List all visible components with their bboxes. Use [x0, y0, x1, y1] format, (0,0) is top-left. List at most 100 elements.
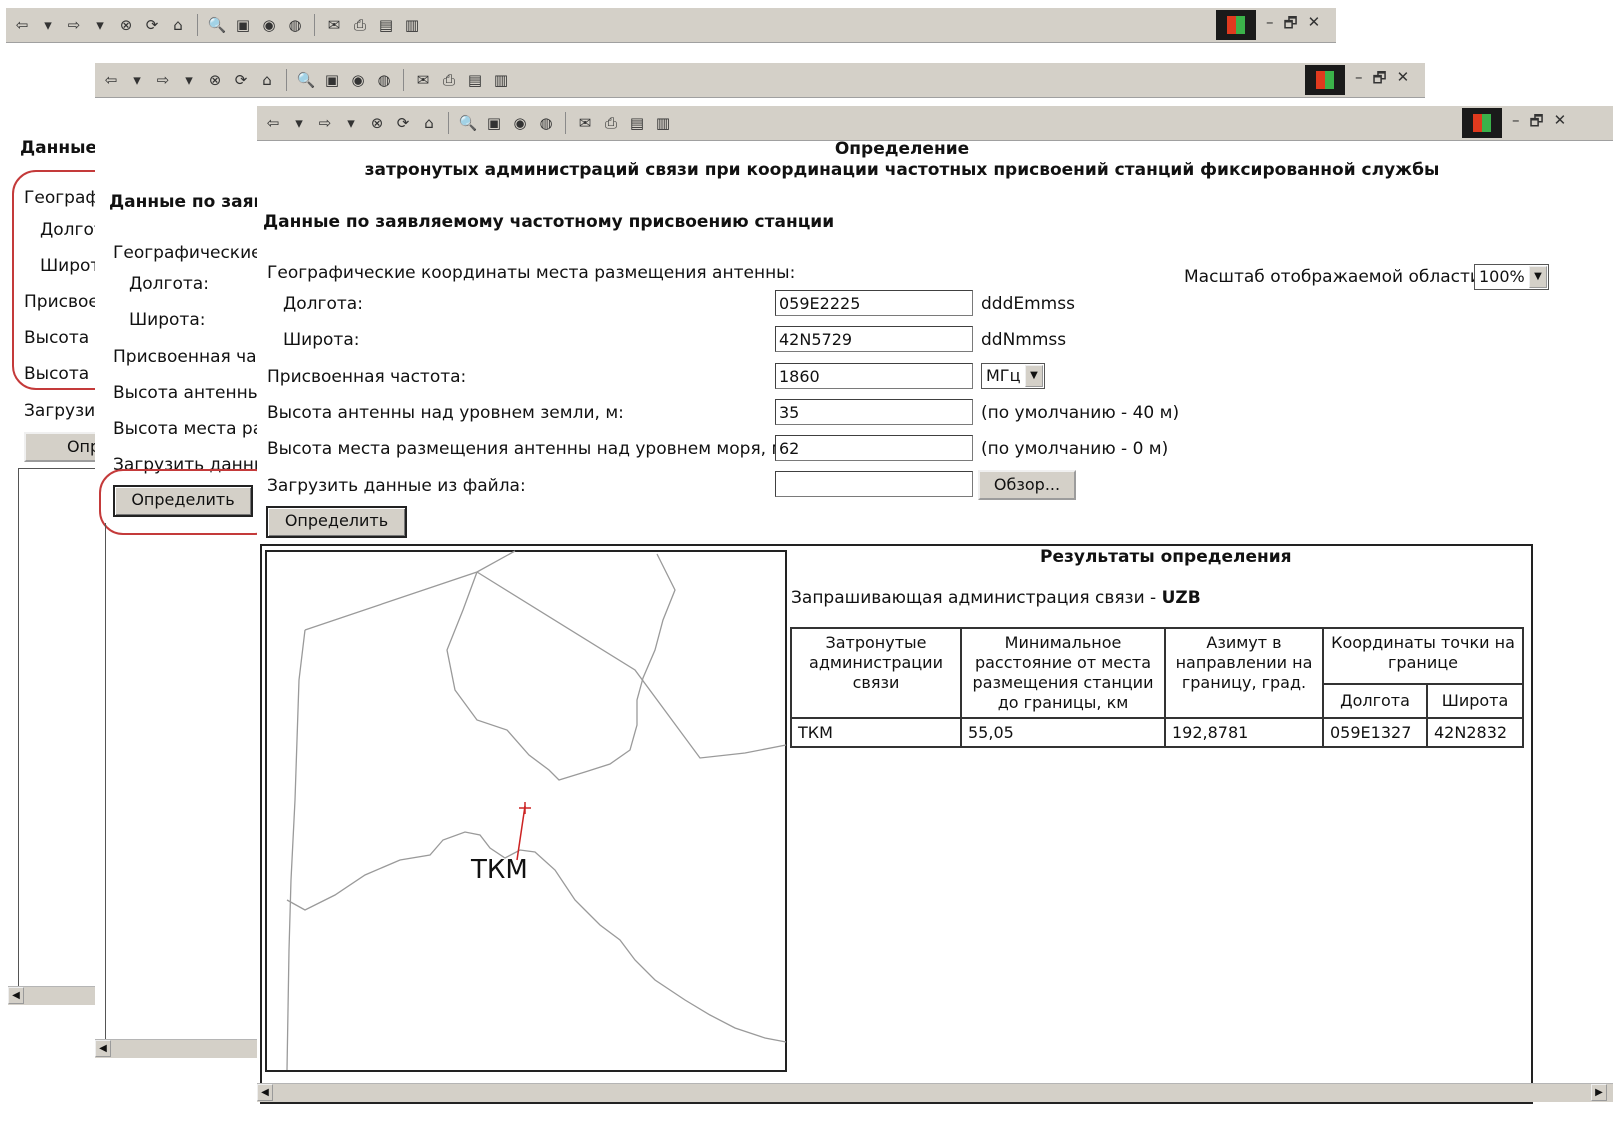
- media-icon[interactable]: ◉: [259, 15, 279, 35]
- forward-icon[interactable]: ⇨: [64, 15, 84, 35]
- map-view[interactable]: ТКМ: [265, 550, 787, 1072]
- print-icon[interactable]: ⎙: [439, 70, 459, 90]
- antenna-height-input[interactable]: 35: [775, 399, 973, 425]
- chevron-down-icon[interactable]: ▼: [1529, 266, 1547, 288]
- scroll-right-icon[interactable]: ▶: [1591, 1084, 1607, 1101]
- search-icon[interactable]: 🔍: [296, 70, 316, 90]
- requesting-admin: Запрашивающая администрация связи - UZB: [791, 588, 1201, 608]
- search-icon[interactable]: 🔍: [458, 113, 478, 133]
- minimize-icon[interactable]: –: [1355, 68, 1363, 93]
- site-height-input[interactable]: 62: [775, 435, 973, 461]
- stop-icon[interactable]: ⊗: [367, 113, 387, 133]
- dropdown-icon[interactable]: ▾: [341, 113, 361, 133]
- dropdown-icon[interactable]: ▾: [289, 113, 309, 133]
- discuss-icon[interactable]: ▥: [402, 15, 422, 35]
- close-icon[interactable]: ✕: [1554, 111, 1567, 136]
- history-icon[interactable]: ◍: [285, 15, 305, 35]
- dropdown-icon[interactable]: ▾: [179, 70, 199, 90]
- label-coordinates: Географ: [24, 188, 100, 208]
- restore-icon[interactable]: 🗗: [1284, 13, 1298, 38]
- col-header-azimuth: Азимут в направлении на границу, град.: [1164, 627, 1324, 719]
- define-button[interactable]: Определить: [113, 485, 253, 517]
- scroll-left-icon[interactable]: ◀: [257, 1084, 273, 1101]
- toolbar-icons: ⇦ ▾ ⇨ ▾ ⊗ ⟳ ⌂ 🔍 ▣ ◉ ◍ ✉ ⎙ ▤ ▥: [263, 112, 673, 134]
- back-icon[interactable]: ⇦: [12, 15, 32, 35]
- section-heading: Данные по заявляемому частотному присвое…: [263, 212, 835, 232]
- close-icon[interactable]: ✕: [1397, 68, 1410, 93]
- favorites-icon[interactable]: ▣: [322, 70, 342, 90]
- label-latitude: Широт: [40, 256, 101, 276]
- windows-logo-icon: [1462, 108, 1502, 138]
- label-antenna-height: Высота: [24, 328, 90, 348]
- media-icon[interactable]: ◉: [510, 113, 530, 133]
- label-coordinates: Географические координаты места размещен…: [267, 263, 796, 283]
- browser-toolbar: ⇦ ▾ ⇨ ▾ ⊗ ⟳ ⌂ 🔍 ▣ ◉ ◍ ✉ ⎙ ▤ ▥ – 🗗 ✕: [6, 8, 1336, 43]
- browser-toolbar: ⇦ ▾ ⇨ ▾ ⊗ ⟳ ⌂ 🔍 ▣ ◉ ◍ ✉ ⎙ ▤ ▥ – 🗗 ✕: [257, 106, 1613, 141]
- minimize-icon[interactable]: –: [1512, 111, 1520, 136]
- mail-icon[interactable]: ✉: [324, 15, 344, 35]
- define-button[interactable]: Определить: [266, 506, 407, 538]
- restore-icon[interactable]: 🗗: [1373, 68, 1387, 93]
- cell-admin: ТКМ: [790, 717, 962, 748]
- history-icon[interactable]: ◍: [374, 70, 394, 90]
- mail-icon[interactable]: ✉: [413, 70, 433, 90]
- col-header-coords: Координаты точки на границе: [1322, 626, 1524, 686]
- search-icon[interactable]: 🔍: [207, 15, 227, 35]
- scale-select[interactable]: 100% ▼: [1474, 264, 1549, 290]
- media-icon[interactable]: ◉: [348, 70, 368, 90]
- edit-icon[interactable]: ▤: [465, 70, 485, 90]
- home-icon[interactable]: ⌂: [419, 113, 439, 133]
- stop-icon[interactable]: ⊗: [205, 70, 225, 90]
- scroll-left-icon[interactable]: ◀: [8, 987, 24, 1004]
- forward-icon[interactable]: ⇨: [315, 113, 335, 133]
- toolbar-icons: ⇦ ▾ ⇨ ▾ ⊗ ⟳ ⌂ 🔍 ▣ ◉ ◍ ✉ ⎙ ▤ ▥: [101, 69, 511, 91]
- stop-icon[interactable]: ⊗: [116, 15, 136, 35]
- scroll-left-icon[interactable]: ◀: [95, 1040, 111, 1057]
- browse-button[interactable]: Обзор...: [978, 470, 1076, 500]
- edit-icon[interactable]: ▤: [376, 15, 396, 35]
- window-controls: – 🗗 ✕: [1305, 63, 1419, 97]
- forward-icon[interactable]: ⇨: [153, 70, 173, 90]
- label-longitude: Долгота:: [283, 294, 363, 314]
- refresh-icon[interactable]: ⟳: [142, 15, 162, 35]
- print-icon[interactable]: ⎙: [350, 15, 370, 35]
- frequency-unit-select[interactable]: МГц ▼: [981, 363, 1045, 389]
- label-antenna-height: Высота антенны: [113, 383, 262, 403]
- map-border: [265, 550, 787, 1072]
- longitude-input[interactable]: 059E2225: [775, 290, 973, 316]
- refresh-icon[interactable]: ⟳: [393, 113, 413, 133]
- result-frame: [105, 523, 276, 1043]
- close-icon[interactable]: ✕: [1308, 13, 1321, 38]
- mail-icon[interactable]: ✉: [575, 113, 595, 133]
- discuss-icon[interactable]: ▥: [653, 113, 673, 133]
- minimize-icon[interactable]: –: [1266, 13, 1274, 38]
- dropdown-icon[interactable]: ▾: [127, 70, 147, 90]
- chevron-down-icon[interactable]: ▼: [1025, 365, 1043, 387]
- latitude-input[interactable]: 42N5729: [775, 326, 973, 352]
- col-header-lat: Широта: [1426, 683, 1524, 719]
- dropdown-icon[interactable]: ▾: [90, 15, 110, 35]
- print-icon[interactable]: ⎙: [601, 113, 621, 133]
- back-icon[interactable]: ⇦: [101, 70, 121, 90]
- frequency-input[interactable]: 1860: [775, 363, 973, 389]
- horizontal-scrollbar[interactable]: ◀: [95, 1039, 265, 1058]
- discuss-icon[interactable]: ▥: [491, 70, 511, 90]
- edit-icon[interactable]: ▤: [627, 113, 647, 133]
- horizontal-scrollbar[interactable]: ◀ ▶: [257, 1083, 1613, 1102]
- dropdown-icon[interactable]: ▾: [38, 15, 58, 35]
- refresh-icon[interactable]: ⟳: [231, 70, 251, 90]
- back-icon[interactable]: ⇦: [263, 113, 283, 133]
- browser-window-main: ⇦ ▾ ⇨ ▾ ⊗ ⟳ ⌂ 🔍 ▣ ◉ ◍ ✉ ⎙ ▤ ▥ – 🗗 ✕ Опре…: [257, 106, 1613, 1127]
- history-icon[interactable]: ◍: [536, 113, 556, 133]
- favorites-icon[interactable]: ▣: [233, 15, 253, 35]
- requesting-admin-value: UZB: [1161, 588, 1201, 608]
- home-icon[interactable]: ⌂: [257, 70, 277, 90]
- windows-logo-icon: [1305, 65, 1345, 95]
- file-path-input[interactable]: [775, 471, 973, 497]
- cell-distance: 55,05: [960, 717, 1166, 748]
- favorites-icon[interactable]: ▣: [484, 113, 504, 133]
- home-icon[interactable]: ⌂: [168, 15, 188, 35]
- restore-icon[interactable]: 🗗: [1530, 111, 1544, 136]
- toolbar-separator: [403, 69, 404, 91]
- label-site-height: Высота места ра: [113, 419, 264, 439]
